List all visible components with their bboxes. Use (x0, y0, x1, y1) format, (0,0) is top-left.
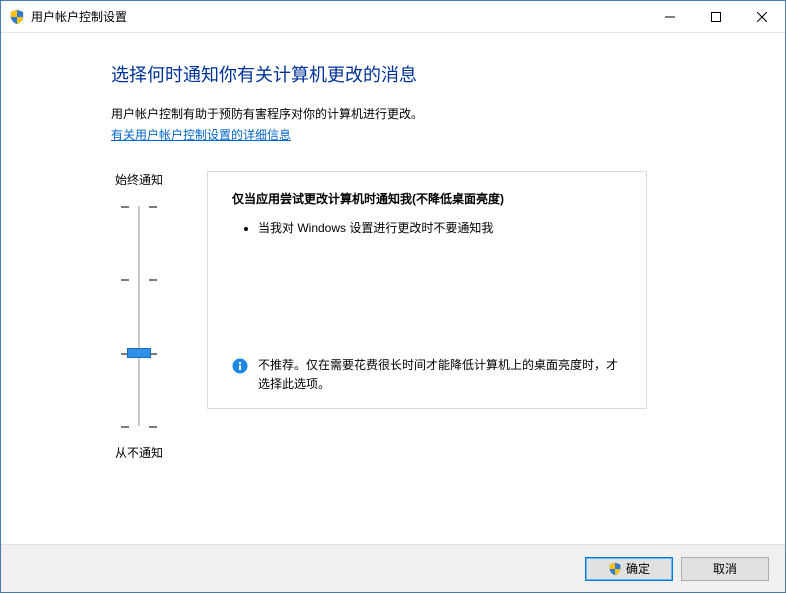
maximize-button[interactable] (693, 2, 739, 32)
minimize-button[interactable] (647, 2, 693, 32)
level-title: 仅当应用尝试更改计算机时通知我(不降低桌面亮度) (232, 190, 622, 207)
window-title: 用户帐户控制设置 (31, 8, 647, 25)
main-content: 选择何时通知你有关计算机更改的消息 用户帐户控制有助于预防有害程序对你的计算机进… (1, 33, 785, 544)
recommendation-text: 不推荐。仅在需要花费很长时间才能降低计算机上的桌面亮度时，才选择此选项。 (258, 356, 622, 394)
uac-shield-icon (9, 9, 25, 25)
slider-rail (138, 206, 140, 426)
slider-area: 始终通知 从不通知 仅当应用尝试更改计算机时通知我(不降低桌面亮度) 当我对 W… (111, 171, 729, 461)
slider-thumb[interactable] (127, 348, 151, 358)
slider-top-label: 始终通知 (115, 171, 163, 188)
page-heading: 选择何时通知你有关计算机更改的消息 (111, 61, 729, 87)
info-icon (232, 358, 248, 374)
titlebar: 用户帐户控制设置 (1, 1, 785, 33)
uac-slider[interactable] (111, 206, 167, 426)
cancel-button[interactable]: 取消 (681, 557, 769, 581)
cancel-label: 取消 (713, 560, 737, 577)
window-controls (647, 2, 785, 32)
close-button[interactable] (739, 2, 785, 32)
recommendation-row: 不推荐。仅在需要花费很长时间才能降低计算机上的桌面亮度时，才选择此选项。 (232, 356, 622, 394)
level-bullet: 当我对 Windows 设置进行更改时不要通知我 (258, 219, 622, 236)
slider-bottom-label: 从不通知 (115, 444, 163, 461)
footer: 确定 取消 (1, 544, 785, 592)
shield-icon (608, 562, 622, 576)
ok-button[interactable]: 确定 (585, 557, 673, 581)
ok-label: 确定 (626, 560, 650, 577)
help-link[interactable]: 有关用户帐户控制设置的详细信息 (111, 128, 291, 142)
page-description: 用户帐户控制有助于预防有害程序对你的计算机进行更改。 (111, 105, 729, 122)
slider-column: 始终通知 从不通知 (111, 171, 167, 461)
level-info-panel: 仅当应用尝试更改计算机时通知我(不降低桌面亮度) 当我对 Windows 设置进… (207, 171, 647, 409)
